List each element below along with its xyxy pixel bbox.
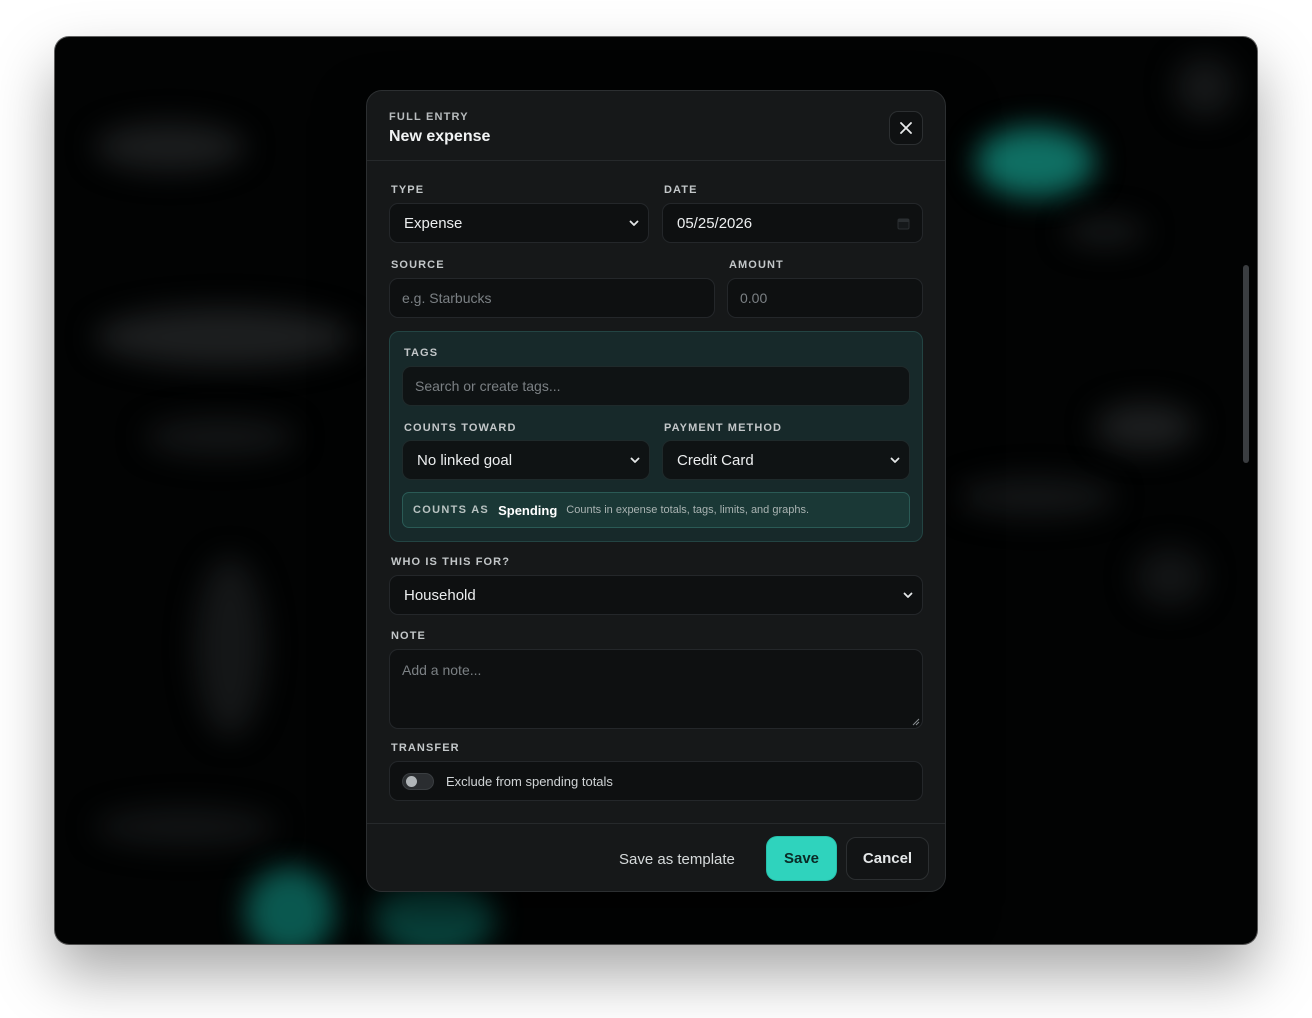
transfer-toggle-text: Exclude from spending totals <box>446 773 613 789</box>
date-input[interactable]: 05/25/2026 <box>662 203 923 243</box>
scrollbar[interactable] <box>1243 265 1249 463</box>
counts-as-description: Counts in expense totals, tags, limits, … <box>566 504 810 516</box>
chevron-down-icon <box>630 457 640 463</box>
background-blur <box>195 557 265 737</box>
who-for-value: Household <box>404 586 476 604</box>
chevron-down-icon <box>903 592 913 598</box>
background-blur <box>95 807 275 847</box>
new-expense-dialog: FULL ENTRY New expense TYPE Expense DATE… <box>366 90 946 892</box>
amount-placeholder: 0.00 <box>740 290 768 306</box>
dialog-eyebrow: FULL ENTRY <box>389 111 469 123</box>
tags-label: TAGS <box>404 347 439 359</box>
app-window: FULL ENTRY New expense TYPE Expense DATE… <box>55 37 1257 944</box>
close-button[interactable] <box>889 111 923 145</box>
dialog-footer: Save as template Save Cancel <box>367 823 945 891</box>
note-placeholder: Add a note... <box>402 662 482 678</box>
payment-method-label: PAYMENT METHOD <box>664 422 783 434</box>
who-for-label: WHO IS THIS FOR? <box>391 556 511 568</box>
dialog-header: FULL ENTRY New expense <box>367 91 945 161</box>
calendar-icon[interactable] <box>897 217 910 230</box>
background-blur <box>1065 217 1145 247</box>
type-label: TYPE <box>391 184 425 196</box>
dialog-title: New expense <box>389 128 491 145</box>
close-icon <box>900 122 912 134</box>
background-blur <box>95 122 245 172</box>
counts-toward-value: No linked goal <box>417 451 513 469</box>
amount-label: AMOUNT <box>729 259 784 271</box>
amount-input[interactable]: 0.00 <box>727 278 923 318</box>
toggle-knob <box>406 775 417 787</box>
source-label: SOURCE <box>391 259 445 271</box>
counts-as-value: Spending <box>498 502 558 518</box>
type-select[interactable]: Expense <box>389 203 649 243</box>
background-blur <box>1095 402 1195 452</box>
payment-method-select[interactable]: Credit Card <box>662 440 910 480</box>
date-value: 05/25/2026 <box>677 214 753 232</box>
counts-as-key: COUNTS AS <box>413 504 490 516</box>
background-blur <box>145 417 295 457</box>
background-blur <box>975 127 1095 197</box>
tags-search-input[interactable]: Search or create tags... <box>402 366 910 406</box>
background-blur <box>245 867 335 944</box>
date-label: DATE <box>664 184 698 196</box>
cancel-button[interactable]: Cancel <box>846 837 929 880</box>
transfer-label: TRANSFER <box>391 742 460 754</box>
payment-method-value: Credit Card <box>677 451 754 469</box>
save-button[interactable]: Save <box>767 837 836 880</box>
counts-as-info: COUNTS AS Spending Counts in expense tot… <box>402 492 910 528</box>
tags-placeholder: Search or create tags... <box>415 378 561 394</box>
chevron-down-icon <box>890 457 900 463</box>
source-placeholder: e.g. Starbucks <box>402 290 492 306</box>
transfer-row: Exclude from spending totals <box>389 761 923 801</box>
counts-toward-select[interactable]: No linked goal <box>402 440 650 480</box>
background-blur <box>1135 547 1205 607</box>
chevron-down-icon <box>629 220 639 226</box>
background-blur <box>955 477 1115 517</box>
background-blur <box>1175 57 1235 117</box>
note-textarea[interactable]: Add a note... <box>389 649 923 729</box>
exclude-toggle[interactable] <box>402 772 434 790</box>
resize-handle-icon[interactable] <box>911 717 920 726</box>
type-value: Expense <box>404 214 463 232</box>
tags-panel: TAGS Search or create tags... COUNTS TOW… <box>389 331 923 542</box>
who-for-select[interactable]: Household <box>389 575 923 615</box>
save-as-template-button[interactable]: Save as template <box>613 838 741 880</box>
background-blur <box>95 307 355 367</box>
note-label: NOTE <box>391 630 426 642</box>
counts-toward-label: COUNTS TOWARD <box>404 422 517 434</box>
source-input[interactable]: e.g. Starbucks <box>389 278 715 318</box>
